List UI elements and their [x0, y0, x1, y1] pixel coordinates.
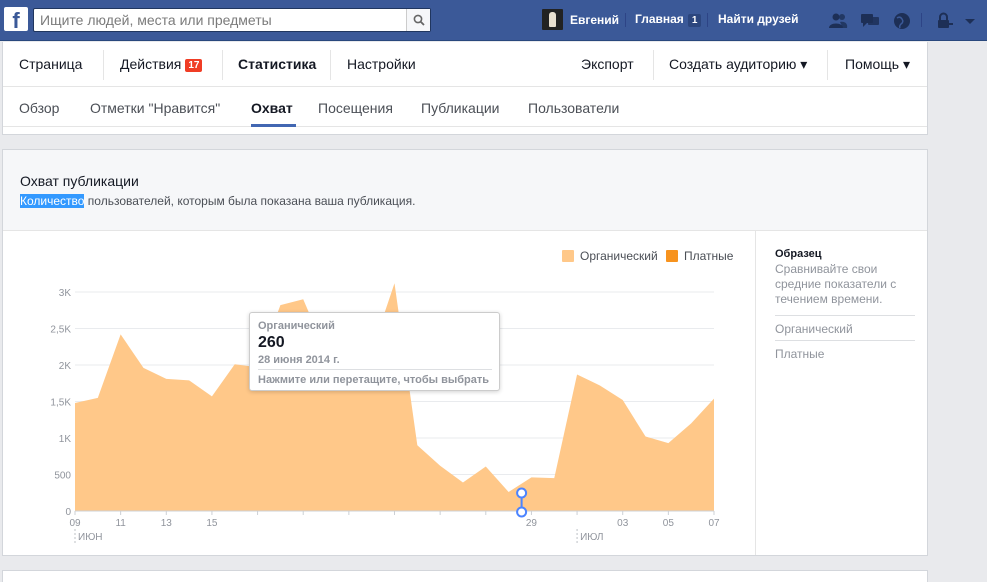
tab-settings[interactable]: Настройки: [347, 56, 416, 72]
sidebar-title: Образец: [775, 248, 822, 260]
help-dropdown[interactable]: Помощь ▾: [845, 56, 910, 73]
x-tick-label: 05: [663, 518, 675, 529]
active-tab-indicator: [251, 124, 296, 127]
sidebar-item-organic[interactable]: Органический: [775, 322, 853, 336]
tab-divider: [222, 50, 223, 80]
primary-tabs: Страница Действия 17 Статистика Настройки…: [3, 42, 927, 87]
tab-actions[interactable]: Действия 17: [120, 56, 203, 72]
sidebar-divider: [775, 315, 915, 316]
chart-tooltip: Органический 260 28 июня 2014 г. Нажмите…: [249, 312, 500, 391]
create-audience-dropdown[interactable]: Создать аудиторию ▾: [669, 56, 807, 73]
nav-divider: [921, 13, 922, 27]
tooltip-hint: Нажмите или перетащите, чтобы выбрать: [258, 374, 490, 386]
chart-svg[interactable]: 0 500 1K 1,5K 2K 2,5K 3K 09 11 13 15 29 03 05 07 ИЮН ИЮЛ: [3, 231, 755, 555]
home-link[interactable]: Главная 1: [635, 12, 702, 27]
search-box[interactable]: [33, 8, 431, 32]
y-tick-label: 2K: [59, 361, 72, 372]
tab-posts[interactable]: Публикации: [421, 100, 499, 116]
selection-handle-top[interactable]: [516, 487, 528, 499]
tooltip-value: 260: [258, 334, 285, 351]
tooltip-divider: [258, 369, 492, 370]
x-tick-label: 29: [526, 518, 538, 529]
month-label: ИЮЛ: [580, 532, 603, 543]
tab-actions-label: Действия: [120, 56, 182, 72]
secondary-tabs: Обзор Отметки "Нравится" Охват Посещения…: [3, 87, 927, 127]
card-title: Охват публикации: [20, 173, 139, 189]
profile-link[interactable]: Евгений: [542, 9, 619, 30]
tab-overview[interactable]: Обзор: [19, 100, 59, 116]
x-tick-label: 11: [115, 518, 126, 529]
sidebar-divider: [775, 340, 915, 341]
user-name[interactable]: Евгений: [570, 13, 619, 27]
nav-divider: [707, 13, 708, 27]
nav-divider: [625, 13, 626, 27]
notification-badge: 17: [185, 59, 203, 72]
search-icon: [413, 14, 425, 26]
facebook-logo-icon[interactable]: f: [4, 7, 28, 31]
x-tick-label: 13: [161, 518, 173, 529]
subtitle-text: пользователей, которым была показана ваш…: [84, 194, 416, 208]
tab-divider: [827, 50, 828, 80]
x-tick-label: 15: [206, 518, 218, 529]
tab-statistics[interactable]: Статистика: [238, 56, 316, 72]
selection-handle-bottom[interactable]: [516, 506, 528, 518]
y-tick-label: 1,5K: [50, 398, 71, 409]
x-tick-label: 07: [708, 518, 720, 529]
account-menu-arrow-icon[interactable]: [963, 11, 977, 31]
x-tick-label: 03: [617, 518, 629, 529]
tab-divider: [653, 50, 654, 80]
y-tick-label: 3K: [59, 288, 72, 299]
x-tick-label: 09: [69, 518, 81, 529]
tooltip-series-label: Органический: [258, 320, 335, 332]
find-friends-label[interactable]: Найти друзей: [718, 12, 798, 26]
y-tick-label: 1K: [59, 434, 72, 445]
y-tick-label: 500: [54, 471, 71, 482]
y-tick-label: 2,5K: [50, 325, 71, 336]
tab-divider: [103, 50, 104, 80]
export-button[interactable]: Экспорт: [581, 56, 634, 72]
next-card: [2, 570, 928, 582]
month-label: ИЮН: [78, 532, 103, 543]
sidebar-description: Сравнивайте свои средние показатели с те…: [775, 262, 897, 306]
tab-divider: [330, 50, 331, 80]
tab-users[interactable]: Пользователи: [528, 100, 619, 116]
friend-requests-icon[interactable]: [828, 11, 848, 31]
tab-page[interactable]: Страница: [19, 56, 82, 72]
search-input[interactable]: [34, 9, 404, 31]
search-button[interactable]: [406, 9, 430, 31]
tab-reach[interactable]: Охват: [251, 100, 293, 116]
comparison-sidebar: Образец Сравнивайте свои средние показат…: [755, 231, 927, 555]
top-navigation-bar: f Евгений Главная1 Найти друзей: [0, 0, 987, 41]
tab-likes[interactable]: Отметки "Нравится": [90, 100, 220, 116]
reach-chart[interactable]: Органический Платные 0 500 1K 1,5K 2K 2,5K 3K 0…: [3, 231, 755, 555]
card-subtitle: Количество пользователей, которым была п…: [20, 194, 415, 208]
avatar[interactable]: [542, 9, 563, 30]
sidebar-item-paid[interactable]: Платные: [775, 347, 824, 361]
notifications-globe-icon[interactable]: [892, 11, 912, 31]
card-header: Охват публикации Количество пользователе…: [3, 150, 927, 231]
tooltip-date: 28 июня 2014 г.: [258, 354, 340, 366]
subtitle-highlight: Количество: [20, 194, 85, 208]
privacy-lock-icon[interactable]: [935, 11, 955, 31]
messages-icon[interactable]: [860, 11, 880, 31]
y-tick-label: 0: [65, 507, 71, 518]
find-friends-link[interactable]: Найти друзей: [718, 12, 798, 26]
home-count-badge: 1: [687, 14, 702, 27]
page-tabs-panel: Страница Действия 17 Статистика Настройки…: [2, 42, 928, 135]
tab-visits[interactable]: Посещения: [318, 100, 393, 116]
home-label[interactable]: Главная: [635, 12, 684, 26]
